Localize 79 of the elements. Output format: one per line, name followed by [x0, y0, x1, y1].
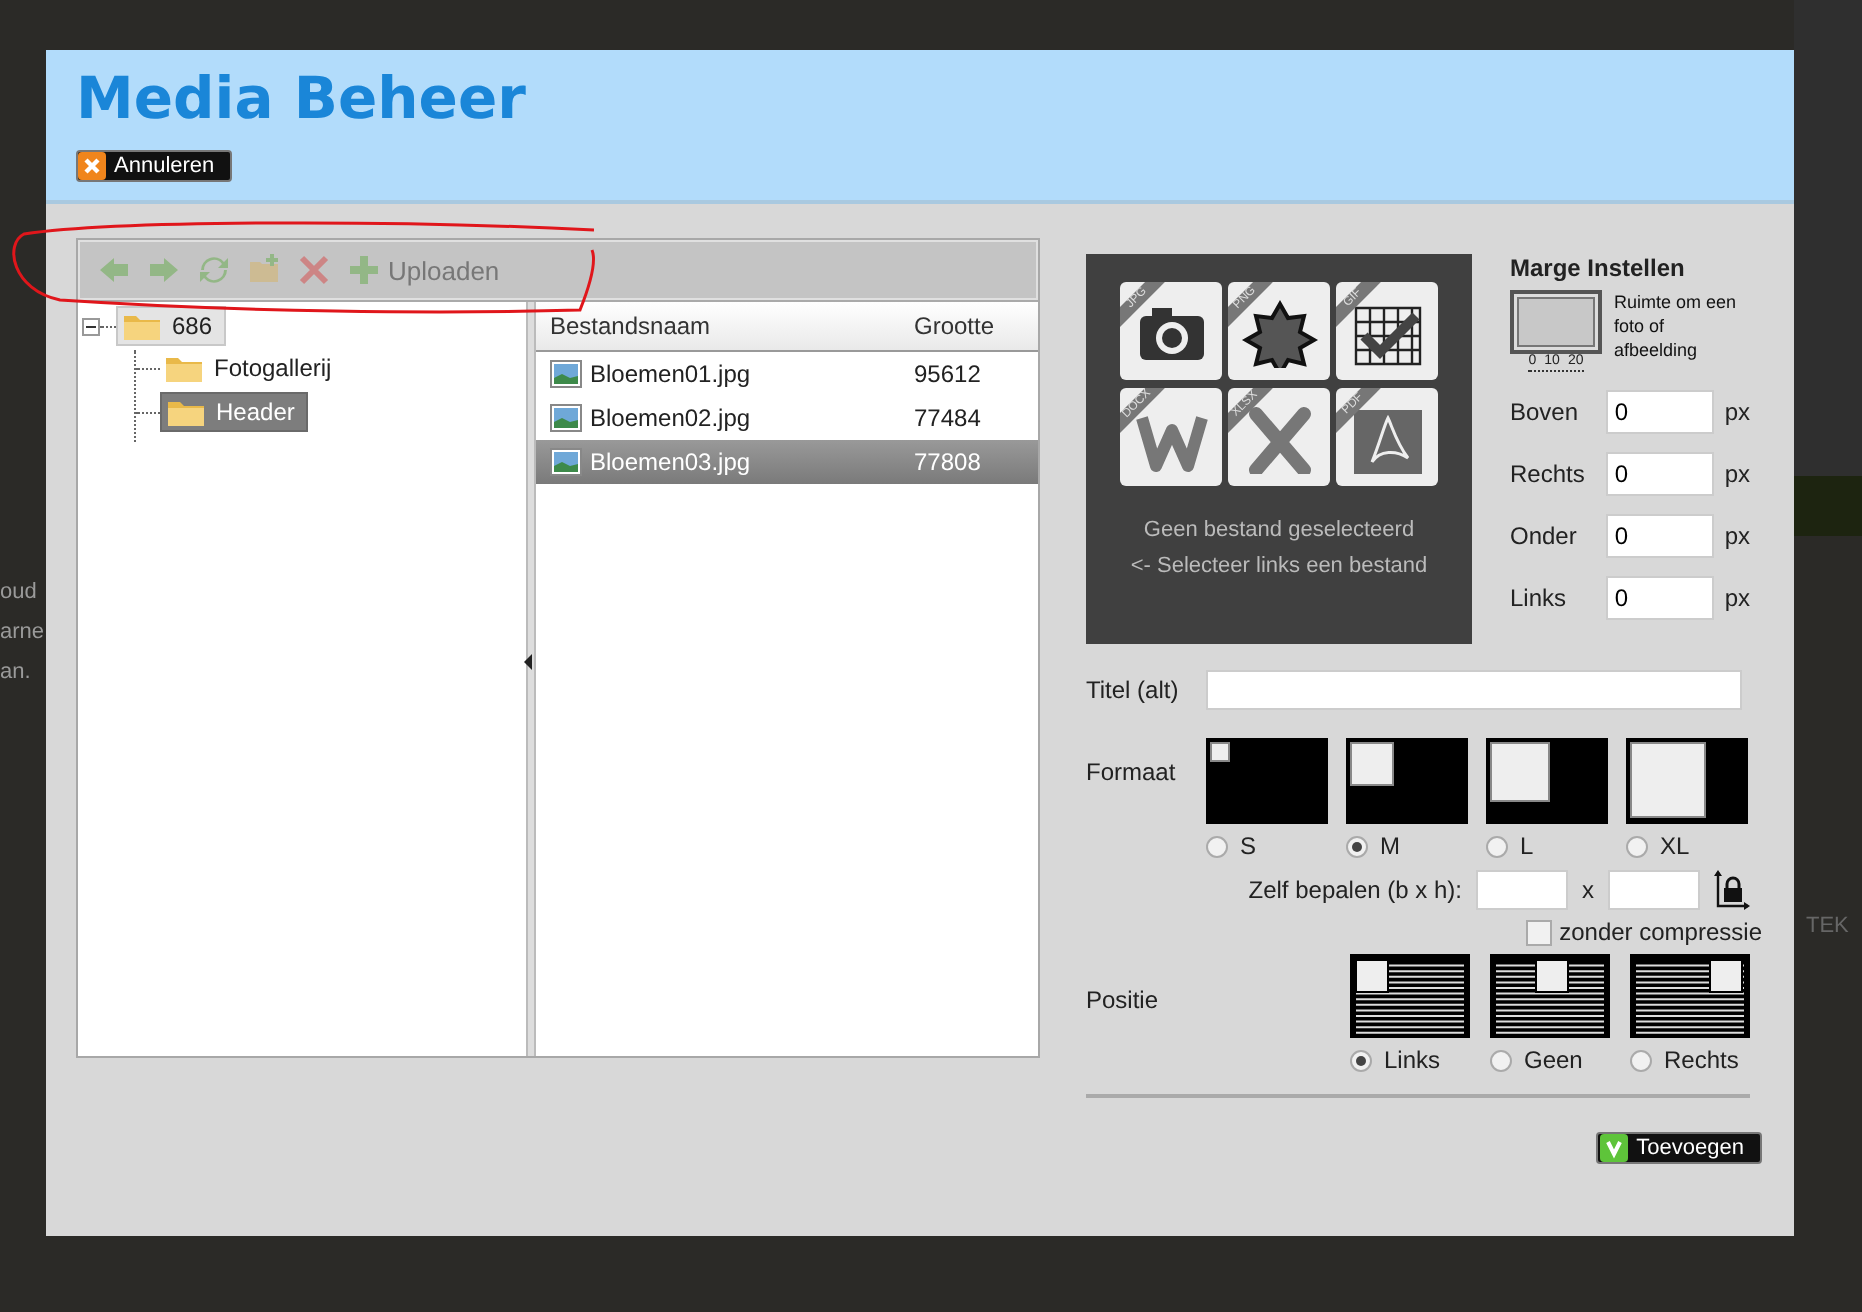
margin-input[interactable]: 0	[1606, 452, 1715, 496]
cancel-button[interactable]: Annuleren	[76, 150, 233, 182]
image-file-icon	[550, 448, 582, 476]
margin-description: Ruimte om een foto of afbeelding	[1614, 290, 1739, 364]
alignment-preview[interactable]	[1490, 954, 1610, 1038]
compression-checkbox[interactable]: zonder compressie	[1086, 918, 1762, 946]
tree-folder[interactable]: Fotogallerij	[160, 350, 344, 386]
preview-hint: <- Selecteer links een bestand	[1130, 554, 1428, 578]
height-input[interactable]	[1608, 870, 1700, 910]
close-icon	[78, 152, 106, 180]
background-text: oud	[0, 580, 39, 604]
unit-label: px	[1724, 584, 1750, 612]
dimension-separator: x	[1582, 876, 1594, 904]
image-file-icon	[550, 404, 582, 432]
lock-icon[interactable]	[1714, 870, 1750, 910]
size-option[interactable]: XL	[1626, 832, 1748, 860]
size-preview[interactable]	[1206, 738, 1328, 824]
check-icon	[1600, 1134, 1629, 1162]
field-label: Positie	[1086, 984, 1161, 1018]
tree-folder[interactable]: Header	[160, 392, 309, 432]
title-input[interactable]	[1206, 670, 1742, 710]
add-button[interactable]: Toevoegen	[1596, 1132, 1762, 1164]
field-label: Titel (alt)	[1086, 676, 1181, 704]
margin-input[interactable]: 0	[1606, 576, 1715, 620]
file-size: 77808	[914, 448, 983, 476]
file-row[interactable]: Bloemen02.jpg 77484	[536, 396, 1038, 440]
file-row[interactable]: Bloemen01.jpg 95612	[536, 352, 1038, 396]
field-label: Onder	[1510, 522, 1579, 550]
unit-label: px	[1724, 460, 1750, 488]
field-label: Rechts	[1510, 460, 1587, 488]
folder-icon	[166, 354, 202, 382]
delete-icon	[298, 254, 330, 286]
unit-label: px	[1724, 522, 1750, 550]
plus-icon	[348, 254, 380, 286]
dialog-title: Media Beheer	[76, 64, 528, 132]
background-text: arne	[0, 620, 46, 644]
column-header[interactable]: Grootte	[914, 312, 1034, 340]
folder-icon	[168, 398, 204, 426]
file-name: Bloemen03.jpg	[590, 448, 753, 476]
file-size: 77484	[914, 404, 983, 432]
size-preview[interactable]	[1626, 738, 1748, 824]
new-folder-icon	[248, 254, 280, 286]
position-option[interactable]: Rechts	[1630, 1046, 1750, 1074]
field-label: Links	[1510, 584, 1569, 612]
background-banner	[1794, 476, 1862, 536]
size-option[interactable]: M	[1346, 832, 1468, 860]
field-label: Zelf bepalen (b x h):	[1248, 876, 1462, 904]
width-input[interactable]	[1476, 870, 1568, 910]
unit-label: px	[1724, 398, 1750, 426]
forward-icon	[148, 254, 180, 286]
margin-input[interactable]: 0	[1606, 514, 1715, 558]
background-text: an.	[0, 660, 33, 684]
margin-title: Marge Instellen	[1510, 254, 1687, 282]
tree-folder[interactable]: 686	[116, 306, 227, 346]
size-option[interactable]: L	[1486, 832, 1608, 860]
size-preview[interactable]	[1486, 738, 1608, 824]
back-icon	[98, 254, 130, 286]
file-name: Bloemen01.jpg	[590, 360, 753, 388]
margin-input[interactable]: 0	[1606, 390, 1715, 434]
field-label: Formaat	[1086, 756, 1178, 790]
folder-icon	[124, 312, 160, 340]
margin-frame-icon	[1510, 290, 1602, 354]
image-file-icon	[550, 360, 582, 388]
size-preview[interactable]	[1346, 738, 1468, 824]
alignment-preview[interactable]	[1350, 954, 1470, 1038]
background-tab-label: TEK	[1806, 914, 1849, 938]
collapse-toggle[interactable]	[82, 317, 100, 335]
column-header[interactable]: Bestandsnaam	[550, 312, 914, 340]
size-option[interactable]: S	[1206, 832, 1328, 860]
preview-message: Geen bestand geselecteerd	[1143, 518, 1415, 542]
field-label: Boven	[1510, 398, 1581, 426]
refresh-icon	[198, 254, 230, 286]
file-row[interactable]: Bloemen03.jpg 77808	[536, 440, 1038, 484]
file-name: Bloemen02.jpg	[590, 404, 753, 432]
file-size: 95612	[914, 360, 983, 388]
position-option[interactable]: Links	[1350, 1046, 1470, 1074]
collapse-arrow-icon[interactable]	[524, 654, 532, 670]
position-option[interactable]: Geen	[1490, 1046, 1610, 1074]
alignment-preview[interactable]	[1630, 954, 1750, 1038]
